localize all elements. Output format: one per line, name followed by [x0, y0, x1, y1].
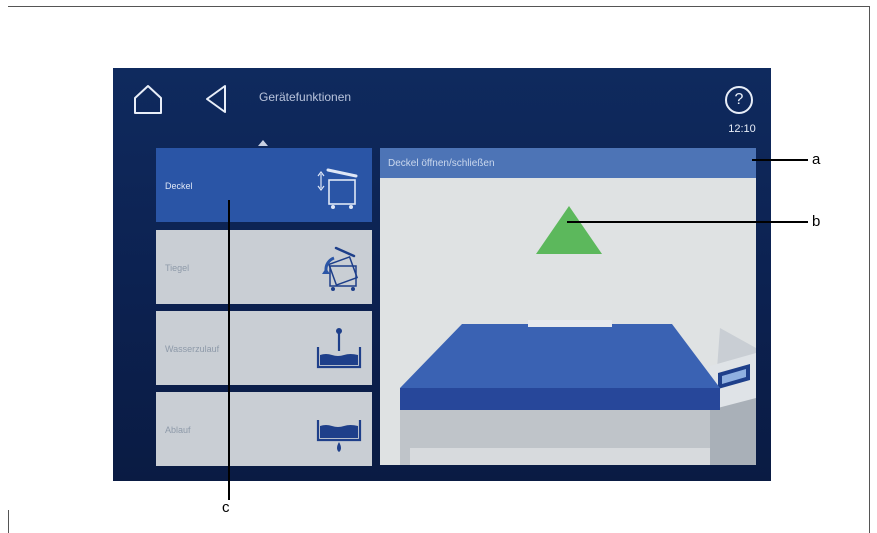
device-screen: Gerätefunktionen ? 12:10 Deckel Tiegel W [113, 68, 771, 481]
menu-item-label: Ablauf [165, 425, 191, 435]
callout-line-c [228, 200, 230, 500]
menu-item-deckel[interactable]: Deckel [156, 148, 372, 222]
water-inlet-icon [316, 328, 362, 369]
home-icon [134, 85, 162, 114]
page-title: Gerätefunktionen [259, 90, 352, 104]
pan-tilt-icon [322, 246, 359, 291]
callout-label-a: a [812, 151, 821, 168]
machine-illustration [400, 320, 756, 465]
home-button[interactable] [131, 82, 165, 116]
callout-line-a [752, 159, 808, 161]
document-frame-top [8, 6, 870, 7]
drain-icon [316, 420, 362, 452]
lid-open-close-icon [317, 168, 358, 209]
help-button[interactable]: ? [725, 86, 753, 114]
menu-item-label: Deckel [165, 181, 193, 191]
menu-item-label: Wasserzulauf [165, 344, 220, 354]
triangle-up-icon[interactable] [534, 204, 604, 256]
lid-function-panel: Deckel öffnen/schließen [380, 148, 756, 465]
back-triangle-icon [206, 85, 226, 113]
menu-item-wasserzulauf[interactable]: Wasserzulauf [156, 311, 372, 385]
back-button[interactable] [199, 82, 233, 116]
callout-label-c: c [222, 499, 230, 516]
document-frame-right [869, 6, 870, 533]
callout-label-b: b [812, 213, 821, 230]
clock: 12:10 [728, 123, 756, 135]
menu-item-ablauf[interactable]: Ablauf [156, 392, 372, 466]
scroll-up-icon[interactable] [258, 140, 268, 146]
document-frame-left [8, 510, 9, 533]
menu-item-tiegel[interactable]: Tiegel [156, 230, 372, 304]
callout-line-b [567, 221, 808, 223]
menu-item-label: Tiegel [165, 263, 190, 273]
